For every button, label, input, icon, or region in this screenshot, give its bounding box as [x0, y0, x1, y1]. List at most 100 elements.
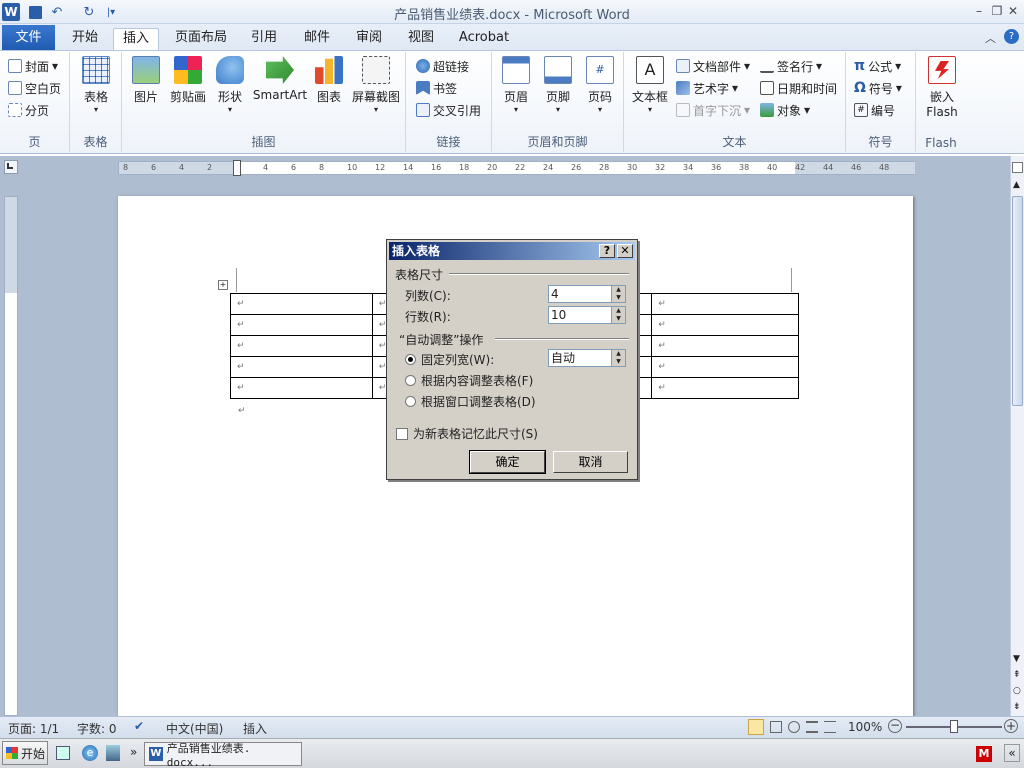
- web-layout-view-icon[interactable]: [788, 721, 800, 733]
- autofit-window-radio[interactable]: [405, 396, 416, 407]
- textbox-button[interactable]: A 文本框 ▾: [630, 56, 670, 114]
- embed-flash-button[interactable]: 嵌入 Flash: [922, 56, 962, 119]
- insert-mode[interactable]: 插入: [243, 720, 267, 737]
- page-count[interactable]: 页面: 1/1: [8, 720, 59, 737]
- object-button[interactable]: 对象 ▾: [760, 100, 810, 120]
- tab-file[interactable]: 文件: [2, 25, 55, 50]
- page-number-button[interactable]: # 页码 ▾: [582, 56, 618, 114]
- quick-launch-more[interactable]: »: [130, 745, 137, 759]
- language-indicator[interactable]: 中文(中国): [166, 720, 223, 737]
- close-button[interactable]: ✕: [1004, 2, 1022, 20]
- start-button[interactable]: 开始: [2, 741, 48, 765]
- horizontal-ruler[interactable]: 8642246810121416182022242628303234363840…: [118, 160, 915, 176]
- table-cell[interactable]: ↵: [651, 377, 799, 399]
- table-cell[interactable]: ↵: [651, 356, 799, 378]
- drop-cap-button[interactable]: 首字下沉 ▾: [676, 100, 750, 120]
- table-cell[interactable]: ↵: [230, 335, 373, 357]
- word-count[interactable]: 字数: 0: [77, 720, 117, 737]
- remember-size-option[interactable]: 为新表格记忆此尺寸(S): [396, 425, 538, 442]
- table-cell[interactable]: ↵: [230, 377, 373, 399]
- tab-selector[interactable]: [4, 160, 18, 174]
- cover-page-button[interactable]: 封面 ▾: [8, 56, 58, 76]
- numbering-button[interactable]: # 编号: [854, 100, 895, 120]
- zoom-in-icon[interactable]: +: [1004, 719, 1018, 733]
- show-desktop-icon[interactable]: [56, 746, 70, 760]
- vertical-scrollbar[interactable]: ▲ ▼ ⇞ ○ ⇟: [1010, 156, 1024, 716]
- table-button[interactable]: 表格 ▾: [78, 56, 114, 114]
- tab-mailings[interactable]: 邮件: [298, 28, 336, 50]
- blank-page-button[interactable]: 空白页: [8, 78, 61, 98]
- tab-home[interactable]: 开始: [66, 28, 104, 50]
- columns-spinner[interactable]: ▲ ▼: [611, 286, 625, 302]
- zoom-out-icon[interactable]: −: [888, 719, 902, 733]
- fixed-width-radio[interactable]: [405, 354, 416, 365]
- draft-view-icon[interactable]: [824, 721, 836, 733]
- header-button[interactable]: 页眉 ▾: [498, 56, 534, 114]
- bookmark-button[interactable]: 书签: [416, 78, 457, 98]
- wordart-button[interactable]: 艺术字 ▾: [676, 78, 738, 98]
- print-layout-view-icon[interactable]: [748, 719, 764, 735]
- zoom-level[interactable]: 100%: [848, 720, 882, 734]
- ie-icon[interactable]: e: [82, 745, 98, 761]
- tab-insert[interactable]: 插入: [113, 28, 159, 51]
- vertical-ruler[interactable]: [4, 196, 18, 716]
- tray-app-icon[interactable]: M: [976, 746, 992, 762]
- autofit-content-radio[interactable]: [405, 375, 416, 386]
- scroll-thumb[interactable]: [1012, 196, 1023, 406]
- table-cell[interactable]: ↵: [651, 314, 799, 336]
- cancel-button[interactable]: 取消: [553, 451, 628, 473]
- browse-object-icon[interactable]: ○: [1013, 686, 1021, 696]
- ok-button[interactable]: 确定: [469, 450, 546, 474]
- view-ruler-icon[interactable]: [1012, 162, 1023, 173]
- zoom-slider-thumb[interactable]: [950, 720, 958, 733]
- quick-launch-icon[interactable]: [106, 745, 120, 761]
- symbol-button[interactable]: Ω 符号 ▾: [854, 78, 902, 98]
- task-word-document[interactable]: W 产品销售业绩表. docx...: [144, 742, 302, 769]
- tab-page-layout[interactable]: 页面布局: [170, 28, 232, 50]
- cross-reference-button[interactable]: 交叉引用: [416, 100, 481, 120]
- scroll-up-icon[interactable]: ▲: [1013, 180, 1020, 190]
- table-cell[interactable]: ↵: [230, 314, 373, 336]
- table-cell[interactable]: ↵: [651, 293, 799, 315]
- screenshot-button[interactable]: 屏幕截图 ▾: [350, 56, 402, 114]
- dialog-help-button[interactable]: ?: [599, 244, 615, 258]
- help-icon[interactable]: ?: [1004, 29, 1019, 44]
- next-page-icon[interactable]: ⇟: [1013, 702, 1021, 712]
- full-screen-view-icon[interactable]: [770, 721, 782, 733]
- table-cell[interactable]: ↵: [230, 293, 373, 315]
- hyperlink-button[interactable]: 超链接: [416, 56, 469, 76]
- quick-parts-button[interactable]: 文档部件 ▾: [676, 56, 750, 76]
- indent-marker[interactable]: [233, 160, 241, 176]
- fixed-width-spinner[interactable]: ▲ ▼: [611, 350, 625, 366]
- tray-expand-icon[interactable]: «: [1004, 744, 1020, 762]
- proofing-icon[interactable]: ✔: [134, 719, 144, 733]
- table-cell[interactable]: ↵: [230, 356, 373, 378]
- scroll-down-icon[interactable]: ▼: [1013, 654, 1020, 664]
- tab-review[interactable]: 审阅: [350, 28, 388, 50]
- table-move-handle[interactable]: +: [218, 280, 228, 290]
- dialog-close-button[interactable]: ✕: [617, 244, 633, 258]
- remember-size-checkbox[interactable]: [396, 427, 408, 440]
- signature-line-button[interactable]: 签名行 ▾: [760, 56, 822, 76]
- equation-button[interactable]: π 公式 ▾: [854, 56, 901, 76]
- smartart-button[interactable]: SmartArt: [252, 56, 308, 102]
- autofit-content-option[interactable]: 根据内容调整表格(F): [405, 372, 533, 389]
- rows-spinner[interactable]: ▲ ▼: [611, 307, 625, 323]
- clipart-button[interactable]: 剪贴画: [168, 56, 208, 105]
- table-cell[interactable]: ↵: [651, 335, 799, 357]
- ribbon-collapse-icon[interactable]: ︿: [985, 30, 996, 46]
- footer-button[interactable]: 页脚 ▾: [540, 56, 576, 114]
- outline-view-icon[interactable]: [806, 721, 818, 733]
- date-time-button[interactable]: 日期和时间: [760, 78, 837, 98]
- autofit-window-option[interactable]: 根据窗口调整表格(D): [405, 393, 536, 410]
- tab-references[interactable]: 引用: [246, 28, 282, 50]
- page-break-button[interactable]: 分页: [8, 100, 49, 120]
- fixed-width-input[interactable]: 自动 ▲ ▼: [548, 349, 626, 367]
- prev-page-icon[interactable]: ⇞: [1013, 670, 1021, 680]
- chart-button[interactable]: 图表: [312, 56, 346, 105]
- picture-button[interactable]: 图片: [128, 56, 164, 105]
- tab-view[interactable]: 视图: [402, 28, 440, 50]
- fixed-width-option[interactable]: 固定列宽(W):: [405, 351, 494, 368]
- tab-acrobat[interactable]: Acrobat: [454, 28, 514, 50]
- columns-input[interactable]: 4 ▲ ▼: [548, 285, 626, 303]
